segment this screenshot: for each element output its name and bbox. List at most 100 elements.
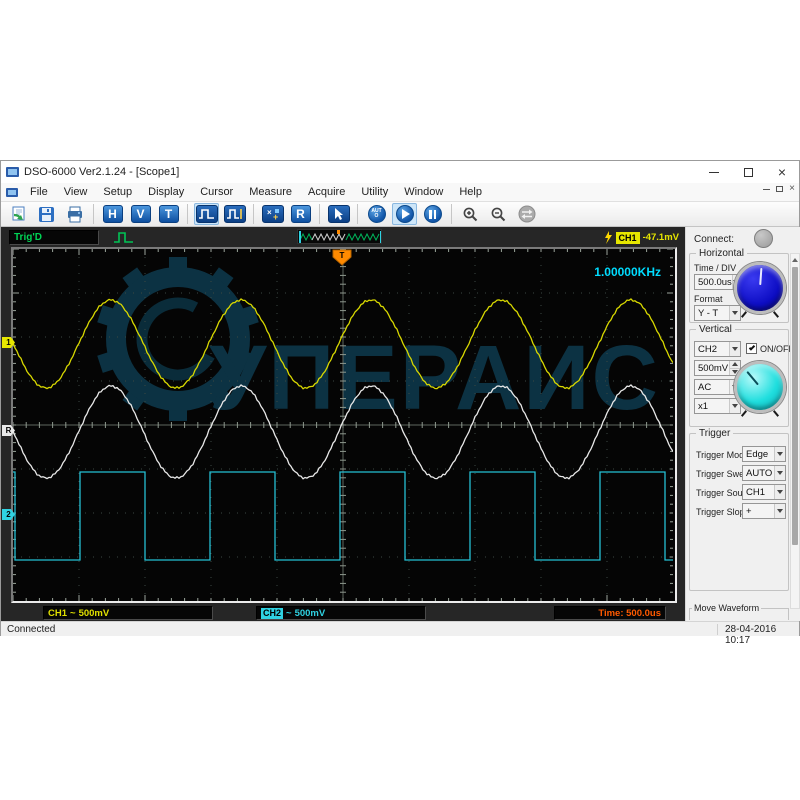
trigger-source-value: CH1	[743, 487, 774, 498]
auto-icon: AUTO	[371, 209, 382, 219]
channel-onoff-checkbox[interactable]	[746, 343, 757, 354]
horizontal-group: Horizontal Time / DIV 500.0us Format Y -…	[689, 253, 789, 323]
svg-text:×: ×	[267, 208, 272, 217]
pause-button[interactable]	[420, 203, 445, 225]
math-button[interactable]: ×+	[260, 203, 285, 225]
menu-display[interactable]: Display	[140, 186, 192, 198]
trigger-slope-select[interactable]: +	[742, 503, 786, 519]
menu-view[interactable]: View	[56, 186, 96, 198]
waveform-preview[interactable]	[297, 229, 382, 244]
pointer-icon	[331, 207, 347, 221]
pulse-indicator-icon	[113, 231, 135, 244]
chevron-down-icon	[774, 504, 785, 518]
toolbar-separator	[253, 204, 254, 224]
mdi-restore-icon[interactable]	[776, 186, 783, 192]
menu-window[interactable]: Window	[396, 186, 451, 198]
title-bar: DSO-6000 Ver2.1.24 - [Scope1] ×	[1, 161, 799, 183]
horizontal-knob[interactable]	[734, 262, 786, 314]
print-icon	[66, 206, 84, 223]
menu-acquire[interactable]: Acquire	[300, 186, 353, 198]
trigger-group: Trigger Trigger Mode Edge Trigger Sweep …	[689, 433, 789, 591]
trigger-level-readout: CH1 -47.1mV	[604, 230, 679, 245]
time-div-label: Time / DIV	[694, 263, 736, 273]
toolbar-separator	[319, 204, 320, 224]
svg-text:+: +	[273, 212, 278, 221]
ch2-scale: 500mV	[295, 608, 326, 619]
sync-button[interactable]	[514, 203, 539, 225]
ch1-coupling-icon: ~	[70, 608, 76, 619]
maximize-button[interactable]	[731, 161, 765, 183]
scope-region: Trig'D CH1 -47.1mV УПЕРАИСT1.00000KHz 1 …	[1, 227, 685, 621]
zoom-out-button[interactable]	[486, 203, 511, 225]
chevron-down-icon	[774, 447, 785, 461]
minimize-button[interactable]	[697, 161, 731, 183]
scope-display[interactable]: УПЕРАИСT1.00000KHz	[11, 247, 677, 603]
trigger-group-title: Trigger	[696, 428, 733, 439]
scroll-up-icon[interactable]	[792, 258, 798, 262]
trigger-sweep-select[interactable]: AUTO	[742, 465, 786, 481]
window-title: DSO-6000 Ver2.1.24 - [Scope1]	[24, 166, 179, 178]
chevron-down-icon	[729, 306, 740, 320]
probe-select[interactable]: x1	[694, 398, 741, 414]
statusbar-divider	[717, 624, 718, 635]
menu-setup[interactable]: Setup	[95, 186, 140, 198]
probe-value: x1	[695, 401, 729, 412]
math-icon: ×+	[265, 207, 281, 221]
ch1-scale: 500mV	[79, 608, 110, 619]
panel-scrollbar[interactable]	[790, 253, 800, 609]
mdi-close-icon[interactable]: ×	[789, 185, 795, 193]
open-button[interactable]	[6, 203, 31, 225]
close-button[interactable]: ×	[765, 161, 799, 183]
menu-file[interactable]: File	[22, 186, 56, 198]
vertical-group: Vertical CH2 ON/OFF 500mV AC x1	[689, 329, 789, 427]
datetime: 28-04-2016 10:17	[725, 624, 799, 646]
autoset-button[interactable]: AUTO	[364, 203, 389, 225]
format-select[interactable]: Y - T	[694, 305, 741, 321]
pause-icon	[429, 210, 436, 219]
trigger-mode-select[interactable]: Edge	[742, 446, 786, 462]
scrollbar-thumb[interactable]	[792, 267, 798, 545]
horizontal-panel-button[interactable]: H	[100, 203, 125, 225]
menu-help[interactable]: Help	[451, 186, 490, 198]
trigger-panel-button[interactable]: T	[156, 203, 181, 225]
ch1-label: CH1	[48, 608, 67, 619]
waveform-mode-button[interactable]	[194, 203, 219, 225]
t-icon: T	[159, 205, 179, 223]
reference-button[interactable]: R	[288, 203, 313, 225]
save-button[interactable]	[34, 203, 59, 225]
trigger-status-box: Trig'D	[9, 230, 99, 245]
menu-bar: File View Setup Display Cursor Measure A…	[1, 183, 799, 201]
trigger-source-select[interactable]: CH1	[742, 484, 786, 500]
cursor-button[interactable]	[326, 203, 351, 225]
run-button[interactable]	[392, 203, 417, 225]
channel-info-bar: CH1 ~ 500mV CH2 ~ 500mV Time: 500.0us	[1, 605, 685, 621]
knob-pointer	[759, 268, 762, 285]
format-value: Y - T	[695, 308, 729, 319]
coupling-value: AC	[695, 382, 729, 393]
waveform-measure-button[interactable]	[222, 203, 247, 225]
time-scale: Time: 500.0us	[559, 608, 661, 619]
play-icon	[402, 209, 410, 219]
toolbar-separator	[451, 204, 452, 224]
vertical-group-title: Vertical	[696, 324, 735, 335]
vertical-panel-button[interactable]: V	[128, 203, 153, 225]
toolbar-separator	[187, 204, 188, 224]
trigger-channel-badge: CH1	[616, 232, 640, 244]
knob-pointer	[746, 371, 758, 385]
scope-canvas: УПЕРАИСT1.00000KHz	[13, 249, 673, 601]
menu-measure[interactable]: Measure	[241, 186, 300, 198]
chevron-down-icon	[774, 485, 785, 499]
mdi-minimize-icon[interactable]	[763, 189, 770, 190]
volt-scale-spinner[interactable]: 500mV	[694, 360, 741, 376]
toolbar-separator	[357, 204, 358, 224]
menu-cursor[interactable]: Cursor	[192, 186, 241, 198]
zoom-in-button[interactable]	[458, 203, 483, 225]
menu-utility[interactable]: Utility	[353, 186, 396, 198]
channel-select[interactable]: CH2	[694, 341, 741, 357]
app-window: DSO-6000 Ver2.1.24 - [Scope1] × File Vie…	[0, 160, 800, 636]
toolbar: H V T ×+ R AUTO	[1, 201, 799, 227]
chevron-down-icon	[774, 466, 785, 480]
connect-indicator[interactable]	[754, 229, 773, 248]
print-button[interactable]	[62, 203, 87, 225]
vertical-knob[interactable]	[734, 361, 786, 413]
